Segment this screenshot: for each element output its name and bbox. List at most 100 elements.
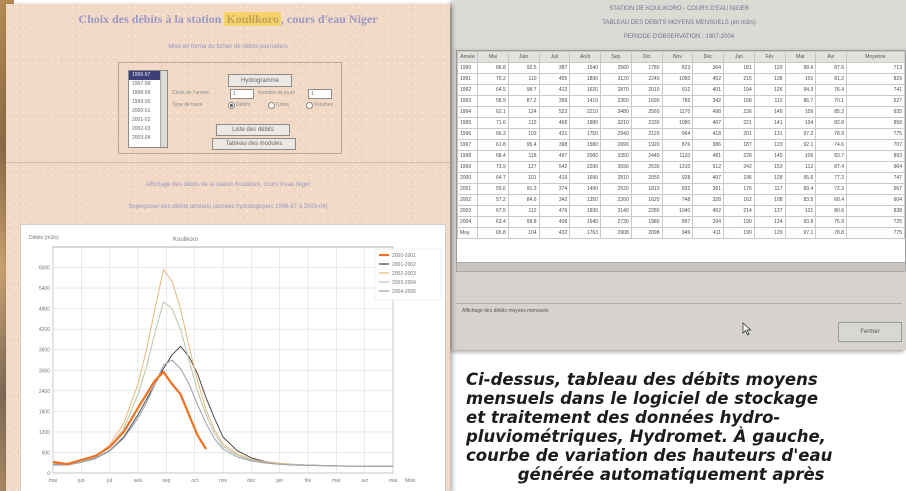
- table-cell: 3210: [600, 117, 632, 129]
- table-row[interactable]: 2001 59.6 91.3 374 1490 2520 1810 832 361 176 117 8…: [457, 183, 905, 195]
- column-header[interactable]: Moyenne: [846, 51, 905, 63]
- table-cell: 97.1: [784, 227, 817, 239]
- column-header[interactable]: Jan: [723, 51, 755, 63]
- hydrogramme-button[interactable]: Hydrogramme: [228, 74, 292, 87]
- x-tick-label: aoû: [134, 478, 143, 484]
- column-header[interactable]: Fév: [753, 51, 786, 63]
- column-header[interactable]: Mai: [477, 51, 509, 63]
- table-cell: 2280: [630, 205, 663, 217]
- column-header[interactable]: Déc: [692, 51, 724, 63]
- y-tick-label: 1200: [39, 430, 50, 436]
- table-cell: 481: [692, 150, 724, 162]
- column-header[interactable]: Sep: [600, 51, 632, 63]
- table-cell: 201: [723, 128, 755, 140]
- table-row[interactable]: 1999 73.9 127 542 2290 3590 2630 1210 512 242 153 1…: [457, 161, 905, 173]
- monthly-flow-grid[interactable]: Année Mai Juin Juil Août Sep Oct Nov Déc Jan Fév Ma…: [456, 50, 906, 264]
- column-header[interactable]: Juin: [507, 51, 540, 63]
- radio-cotes[interactable]: [268, 102, 275, 109]
- table-row[interactable]: 1993 58.9 87.2 356 1410 2350 1690 785 342 168 112 8…: [457, 95, 905, 107]
- table-cell: 741: [846, 84, 905, 96]
- column-header[interactable]: Août: [569, 51, 601, 63]
- table-cell: 101: [784, 73, 817, 85]
- header-line: PERIODE D'OBSERVATION : 1907-2004: [623, 34, 735, 40]
- radio-volumes[interactable]: [306, 102, 313, 109]
- table-cell: 1750: [569, 128, 601, 140]
- table-cell: 137: [753, 205, 786, 217]
- table-cell: 87.6: [815, 62, 847, 74]
- y-tick-label: 5400: [39, 286, 50, 292]
- table-row[interactable]: 1990 86.8 92.5 387 1540 2560 1780 823 364 181 120 9…: [457, 62, 905, 74]
- table-cell: 86.8: [477, 62, 509, 74]
- table-cell: 93.8: [784, 216, 817, 228]
- table-row[interactable]: 2000 64.7 101 419 1690 2810 2050 928 407 196 128 95…: [457, 172, 905, 184]
- y-tick-label: 2400: [39, 389, 50, 395]
- column-header[interactable]: Avr: [815, 51, 847, 63]
- table-cell: 126: [753, 84, 786, 96]
- year-listbox[interactable]: 1996-97 1997-98 1998-99 1999-00 2000-01 2001-…: [128, 70, 168, 148]
- table-cell: 236: [723, 106, 755, 118]
- table-cell: 86.7: [784, 95, 817, 107]
- table-cell: 523: [538, 106, 571, 118]
- table-row[interactable]: 1991 70.2 110 455 1890 3120 2240 1050 452 215 138 1…: [457, 73, 905, 85]
- table-cell: 115: [507, 117, 540, 129]
- listbox-scrollbar[interactable]: [160, 71, 167, 147]
- modules-table-button[interactable]: Tableau des modules: [212, 138, 296, 150]
- table-row[interactable]: 1992 64.5 98.7 412 1620 2870 2010 912 401 194 126 9…: [457, 84, 905, 96]
- table-row[interactable]: 1994 62.1 124 523 2210 3480 2560 1170 498 236 149 1…: [457, 106, 905, 118]
- table-cell: 242: [723, 161, 755, 173]
- caption-line: mensuels dans le logiciel de stockage: [466, 389, 819, 408]
- table-cell: 832: [661, 183, 694, 195]
- column-header[interactable]: Oct: [630, 51, 663, 63]
- table-cell: 67.5: [477, 205, 509, 217]
- table-cell: 725: [846, 216, 905, 228]
- year-spin-input[interactable]: 1: [230, 89, 254, 99]
- table-row[interactable]: 1995 71.6 115 468 1980 3210 2330 1080 467 221 141 1…: [457, 117, 905, 129]
- table-cell: 713: [846, 62, 905, 74]
- x-tick-label: déc: [247, 478, 256, 484]
- table-row[interactable]: 2003 67.5 112 476 1930 3140 2280 1040 452 214 137 1…: [457, 205, 905, 217]
- table-cell: 1410: [569, 95, 601, 107]
- table-row[interactable]: 1996 66.3 103 431 1750 2940 2120 964 418 201 131 97…: [457, 128, 905, 140]
- monthly-flow-table: Année Mai Juin Juil Août Sep Oct Nov Déc Jan Fév Ma…: [457, 51, 905, 239]
- horizontal-scrollbar[interactable]: [456, 262, 906, 272]
- table-cell: 2240: [630, 73, 663, 85]
- table-row[interactable]: Moy. 65.8 104 432 1763 2908 2098 949 411 199 129 97…: [457, 227, 905, 239]
- table-cell: 401: [692, 84, 724, 96]
- column-header[interactable]: Nov: [661, 51, 694, 63]
- table-cell: 2001: [457, 183, 478, 195]
- discharge-selection-window: Choix des débits à la station Koulikoro,…: [6, 4, 450, 491]
- x-tick-label: oct: [191, 478, 198, 484]
- table-row[interactable]: 2004 63.4 99.8 408 1640 2730 1980 897 394 190 124 9…: [457, 216, 905, 228]
- table-cell: 221: [723, 117, 755, 129]
- table-cell: 228: [723, 150, 755, 162]
- table-cell: 2050: [630, 172, 663, 184]
- days-spin-input[interactable]: 1: [308, 89, 332, 99]
- column-header[interactable]: Année: [457, 51, 478, 63]
- flow-list-button[interactable]: Liste des débits: [216, 124, 290, 136]
- table-cell: 2260: [600, 194, 632, 206]
- table-cell: 214: [723, 205, 755, 217]
- table-cell: 1640: [569, 216, 601, 228]
- table-cell: 98.6: [784, 62, 817, 74]
- table-cell: 3350: [600, 150, 632, 162]
- caption-line: Ci-dessus, tableau des débits moyens: [466, 370, 818, 389]
- table-cell: 104: [507, 227, 540, 239]
- legend-label: 2002-2003: [392, 271, 416, 277]
- mouse-cursor-icon: [742, 322, 752, 336]
- table-row[interactable]: 2002 57.2 84.6 342 1350 2260 1620 748 328 162 108 8…: [457, 194, 905, 206]
- caption-line: générée automatiquement après: [466, 465, 825, 484]
- table-cell: 342: [538, 194, 571, 206]
- table-row[interactable]: 1998 68.4 118 497 2080 3350 2440 1120 481 228 145 1…: [457, 150, 905, 162]
- column-header[interactable]: Mar: [784, 51, 817, 63]
- table-cell: 66.3: [477, 128, 509, 140]
- table-cell: 858: [846, 117, 905, 129]
- table-row[interactable]: 1997 61.8 95.4 398 1580 2690 1920 876 386 187 123 9…: [457, 139, 905, 151]
- table-cell: 99.8: [507, 216, 540, 228]
- radio-debits[interactable]: [228, 102, 235, 109]
- close-button[interactable]: Fermer: [838, 322, 902, 342]
- table-cell: 123: [753, 139, 786, 151]
- table-cell: 627: [846, 95, 905, 107]
- table-cell: 1620: [569, 84, 601, 96]
- column-header[interactable]: Juil: [538, 51, 571, 63]
- table-cell: 408: [538, 216, 571, 228]
